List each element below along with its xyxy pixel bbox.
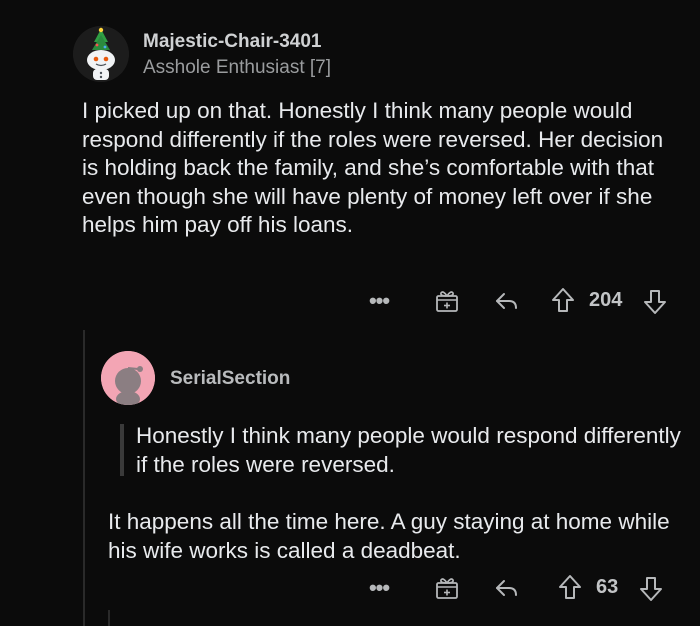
avatar[interactable] [73, 26, 129, 82]
quote-bar [120, 424, 124, 476]
reply-arrow-icon [496, 580, 517, 596]
upvote-arrow-icon [552, 288, 574, 312]
award-button[interactable] [432, 286, 462, 316]
downvote-button[interactable] [637, 574, 665, 604]
avatar[interactable] [101, 351, 155, 405]
snoo-avatar-icon [101, 351, 155, 405]
award-gift-icon [436, 291, 458, 312]
upvote-button[interactable] [549, 285, 577, 315]
comment-username[interactable]: Majestic-Chair-3401 [143, 31, 321, 53]
more-options-label: ••• [368, 575, 390, 600]
more-options-button[interactable]: ••• [364, 573, 394, 603]
downvote-arrow-icon [644, 290, 666, 314]
award-button[interactable] [432, 573, 462, 603]
reply-button[interactable] [492, 573, 522, 603]
vote-count: 63 [596, 576, 619, 598]
more-options-button[interactable]: ••• [364, 286, 394, 316]
downvote-button[interactable] [641, 287, 669, 317]
reply-button[interactable] [492, 286, 522, 316]
thread-line-nested[interactable] [108, 610, 110, 626]
comment-body: I picked up on that. Honestly I think ma… [82, 98, 664, 237]
reply-username[interactable]: SerialSection [170, 368, 290, 390]
upvote-arrow-icon [559, 575, 581, 599]
upvote-button[interactable] [556, 572, 584, 602]
thread-line[interactable] [83, 330, 85, 626]
award-gift-icon [436, 578, 458, 599]
vote-count: 204 [589, 289, 623, 311]
reply-body: It happens all the time here. A guy stay… [108, 509, 670, 563]
user-flair: Asshole Enthusiast [7] [143, 57, 331, 78]
quoted-text: Honestly I think many people would respo… [136, 423, 681, 477]
snoo-christmas-tree-avatar-icon [73, 26, 129, 82]
reply-arrow-icon [496, 293, 517, 309]
downvote-arrow-icon [640, 577, 662, 601]
more-options-label: ••• [368, 288, 390, 313]
